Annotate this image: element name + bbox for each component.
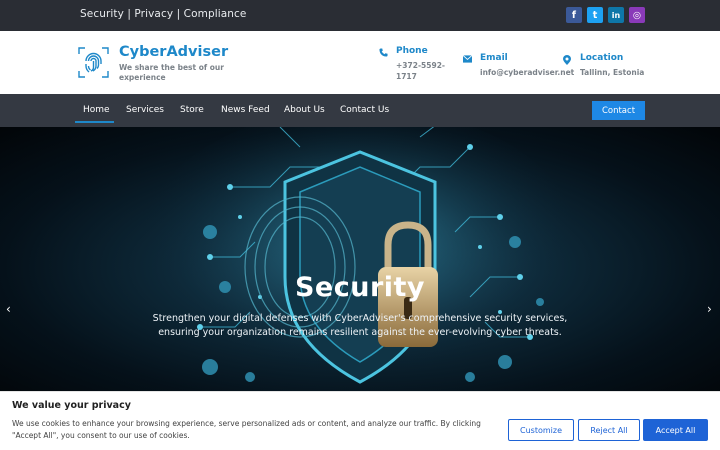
phone-label: Phone bbox=[396, 46, 428, 56]
brand-name[interactable]: CyberAdviser bbox=[119, 44, 228, 60]
location-value: Tallinn, Estonia bbox=[580, 68, 645, 77]
nav-item-home[interactable]: Home bbox=[83, 105, 110, 115]
email-value[interactable]: info@cyberadviser.net bbox=[480, 67, 574, 78]
location-label: Location bbox=[580, 53, 624, 63]
site-header: CyberAdviser We share the best of our ex… bbox=[0, 31, 720, 94]
facebook-icon[interactable]: f bbox=[566, 7, 582, 23]
instagram-icon[interactable]: ◎ bbox=[629, 7, 645, 23]
email-label: Email bbox=[480, 53, 508, 63]
fingerprint-logo-icon[interactable] bbox=[77, 46, 110, 79]
main-nav: Home Services Store News Feed About Us C… bbox=[0, 94, 720, 127]
contact-button[interactable]: Contact bbox=[592, 101, 645, 120]
nav-item-store[interactable]: Store bbox=[180, 105, 204, 115]
slider-prev-arrow-icon[interactable]: ‹ bbox=[6, 302, 11, 316]
cookie-title: We value your privacy bbox=[12, 400, 131, 411]
twitter-icon[interactable]: t bbox=[587, 7, 603, 23]
nav-item-contact-us[interactable]: Contact Us bbox=[340, 105, 389, 115]
brand-tagline: We share the best of our experience bbox=[119, 63, 224, 82]
security-shield-illustration bbox=[140, 127, 580, 387]
envelope-icon bbox=[462, 55, 473, 65]
customize-button[interactable]: Customize bbox=[508, 419, 574, 441]
nav-item-services[interactable]: Services bbox=[126, 105, 164, 115]
linkedin-icon[interactable]: in bbox=[608, 7, 624, 23]
phone-value[interactable]: +372-5592- 1717 bbox=[396, 60, 445, 82]
top-links[interactable]: Security | Privacy | Compliance bbox=[80, 8, 246, 20]
social-links: f t in ◎ bbox=[566, 7, 645, 23]
cookie-consent-banner: We value your privacy We use cookies to … bbox=[0, 391, 720, 450]
hero-description: Strengthen your digital defenses with Cy… bbox=[152, 313, 568, 338]
phone-value-line2: 1717 bbox=[396, 72, 417, 81]
hero-title: Security bbox=[294, 272, 426, 303]
reject-all-button[interactable]: Reject All bbox=[578, 419, 640, 441]
phone-value-line1: +372-5592- bbox=[396, 61, 446, 70]
nav-item-news-feed[interactable]: News Feed bbox=[221, 105, 270, 115]
accept-all-button[interactable]: Accept All bbox=[643, 419, 708, 441]
nav-item-about-us[interactable]: About Us bbox=[284, 105, 325, 115]
nav-active-indicator bbox=[75, 121, 114, 123]
map-pin-icon bbox=[563, 55, 573, 65]
phone-icon bbox=[379, 48, 389, 58]
hero-slider: Security Strengthen your digital defense… bbox=[0, 127, 720, 391]
top-bar: Security | Privacy | Compliance f t in ◎ bbox=[0, 0, 720, 31]
cookie-text: We use cookies to enhance your browsing … bbox=[12, 419, 481, 440]
slider-next-arrow-icon[interactable]: › bbox=[707, 302, 712, 316]
